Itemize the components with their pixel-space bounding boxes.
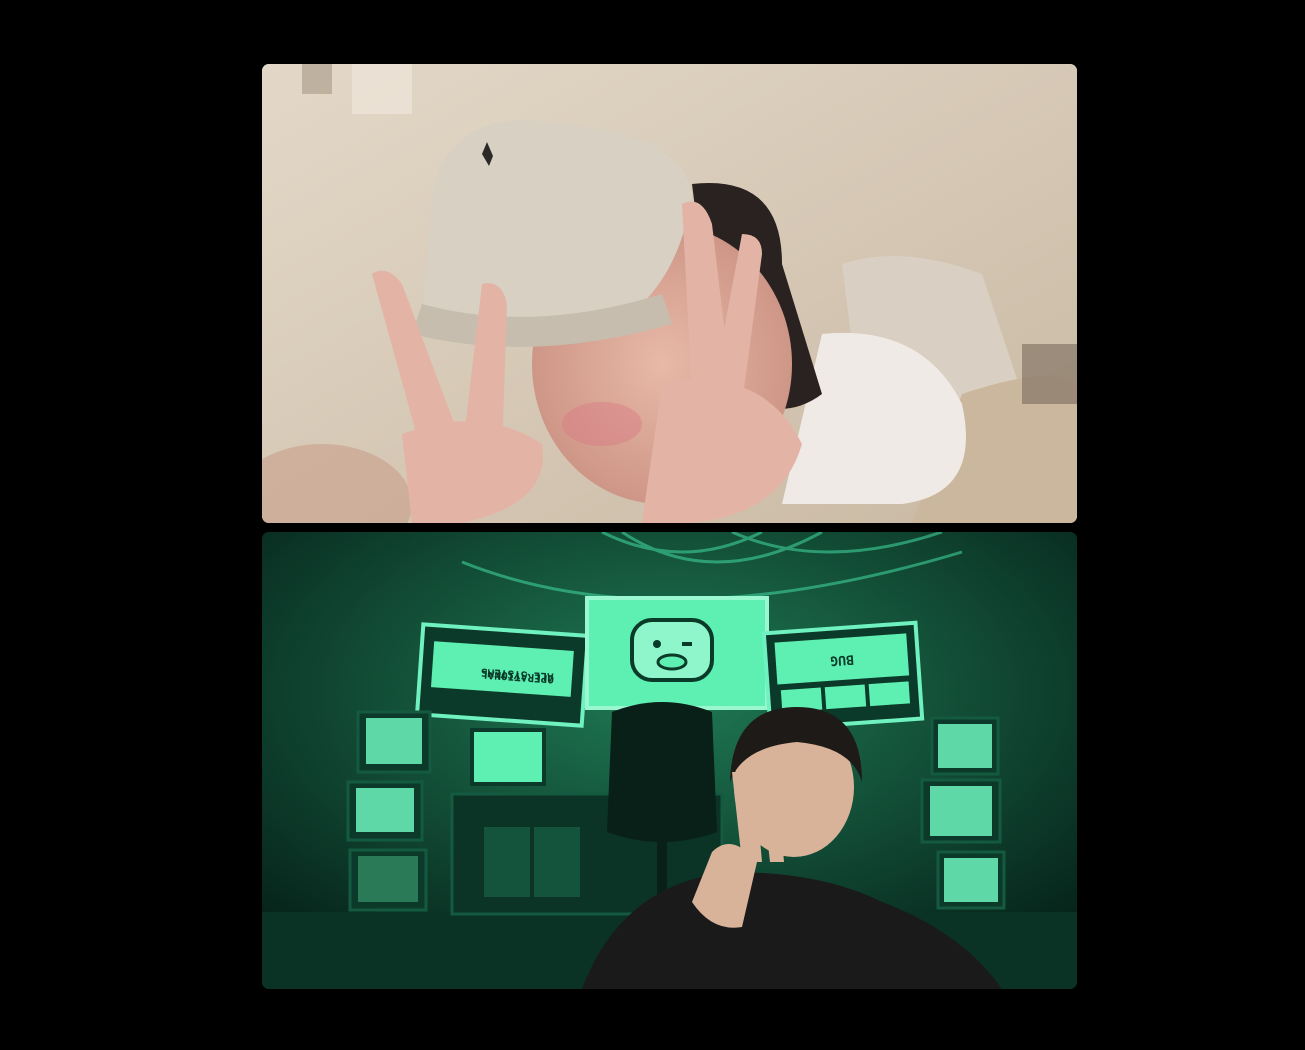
participant-1-video-frame	[262, 64, 1077, 523]
participant-video-tile-1[interactable]	[262, 64, 1077, 523]
note-monitor	[470, 728, 546, 786]
mascot-face	[630, 618, 714, 682]
right-monitor-title: BUG	[830, 651, 855, 668]
center-monitor	[585, 596, 769, 710]
participant-2-video-frame: ALL SYSTEMS OPERATIONAL BUG	[262, 532, 1077, 989]
office-chair	[607, 702, 717, 842]
participant-video-tile-2[interactable]: ALL SYSTEMS OPERATIONAL BUG	[262, 532, 1077, 989]
left-crt-stack	[346, 710, 432, 912]
video-call-stage: ALL SYSTEMS OPERATIONAL BUG	[0, 0, 1305, 1050]
left-monitor: ALL SYSTEMS OPERATIONAL	[414, 622, 591, 728]
